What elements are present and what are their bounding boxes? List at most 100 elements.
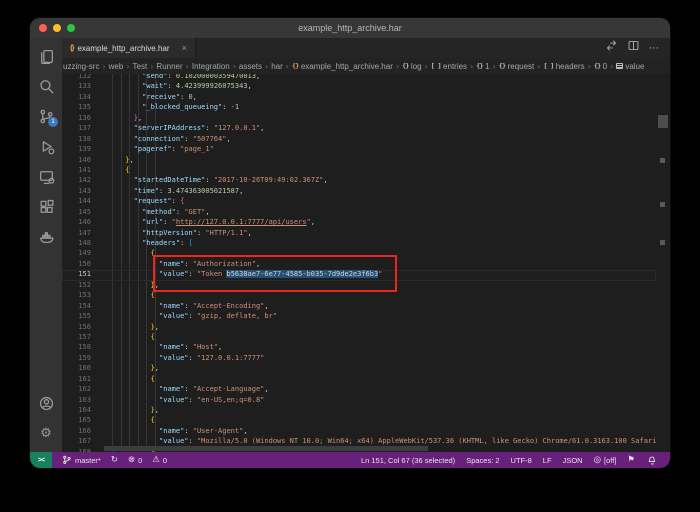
activity-bar-source-control[interactable]: 1 bbox=[31, 101, 61, 131]
line-number[interactable]: 132 bbox=[62, 74, 100, 81]
line-number[interactable]: 141 bbox=[62, 165, 100, 175]
breadcrumb-item-uzzing-src[interactable]: uzzing-src bbox=[63, 62, 99, 71]
activity-bar-account[interactable] bbox=[31, 388, 61, 418]
line-number[interactable]: 148 bbox=[62, 238, 100, 248]
editor[interactable]: 132 "send": 0.10200000359470013,133 "wai… bbox=[62, 74, 670, 452]
status-git-branch[interactable]: master* bbox=[62, 452, 101, 468]
line-number[interactable]: 151 bbox=[62, 269, 100, 279]
horizontal-scrollbar-thumb[interactable] bbox=[104, 446, 428, 451]
line-number[interactable]: 140 bbox=[62, 155, 100, 165]
line-number[interactable]: 160 bbox=[62, 363, 100, 373]
activity-bar-settings-gear[interactable]: ⚙ bbox=[31, 418, 61, 448]
vertical-scrollbar[interactable] bbox=[657, 74, 669, 452]
status-utf-8[interactable]: UTF-8 bbox=[511, 452, 532, 468]
line-number[interactable]: 145 bbox=[62, 207, 100, 217]
docker-icon bbox=[38, 228, 55, 245]
status-json[interactable]: JSON bbox=[563, 452, 583, 468]
line-number[interactable]: 168 bbox=[62, 447, 100, 452]
line-number[interactable]: 137 bbox=[62, 123, 100, 133]
breadcrumb-item-web[interactable]: web bbox=[109, 62, 124, 71]
status-bell[interactable] bbox=[646, 452, 657, 468]
activity-bar-extensions[interactable] bbox=[31, 191, 61, 221]
line-number[interactable]: 166 bbox=[62, 426, 100, 436]
line-number[interactable]: 153 bbox=[62, 290, 100, 300]
line-number[interactable]: 147 bbox=[62, 228, 100, 238]
breadcrumb-item-headers[interactable]: [ ]headers bbox=[543, 62, 584, 71]
line-number[interactable]: 135 bbox=[62, 102, 100, 112]
line-number[interactable]: 159 bbox=[62, 353, 100, 363]
status-warning[interactable]: ⚠0 bbox=[152, 452, 167, 468]
line-number[interactable]: 150 bbox=[62, 259, 100, 269]
line-number[interactable]: 138 bbox=[62, 134, 100, 144]
breadcrumb-item-test[interactable]: Test bbox=[133, 62, 148, 71]
activity-bar-run-debug[interactable] bbox=[31, 131, 61, 161]
activity-bar-search[interactable] bbox=[31, 71, 61, 101]
line-number[interactable]: 163 bbox=[62, 395, 100, 405]
close-tab-icon[interactable]: × bbox=[182, 44, 187, 53]
activity-bar-docker[interactable] bbox=[31, 221, 61, 251]
code-text: "method": "GET", bbox=[100, 207, 210, 217]
status-lf[interactable]: LF bbox=[543, 452, 552, 468]
sync-icon: ↻ bbox=[111, 456, 118, 465]
breadcrumb-item-0[interactable]: {}0 bbox=[594, 62, 607, 71]
activity-bar-remote-explorer[interactable] bbox=[31, 161, 61, 191]
breadcrumb-item-log[interactable]: {}log bbox=[402, 62, 422, 71]
overview-ruler-mark bbox=[660, 240, 665, 245]
status-screencast[interactable]: ◎[off] bbox=[594, 452, 617, 468]
breadcrumb-label: Runner bbox=[156, 62, 182, 71]
breadcrumb-item-value[interactable]: value bbox=[616, 62, 644, 71]
remote-window-indicator[interactable]: >< bbox=[30, 452, 52, 468]
status-sync[interactable]: ↻ bbox=[111, 452, 118, 468]
line-number[interactable]: 133 bbox=[62, 81, 100, 91]
breadcrumb-item-runner[interactable]: Runner bbox=[156, 62, 182, 71]
code-text: "value": "gzip, deflate, br" bbox=[100, 311, 277, 321]
breadcrumb-item-entries[interactable]: [ ]entries bbox=[431, 62, 467, 71]
line-number[interactable]: 157 bbox=[62, 332, 100, 342]
line-number[interactable]: 142 bbox=[62, 175, 100, 185]
more-actions-button[interactable]: ⋯ bbox=[649, 43, 659, 54]
breadcrumb-item-example-http-archive-har[interactable]: {}example_http_archive.har bbox=[292, 62, 393, 71]
activity-bar-explorer[interactable] bbox=[31, 41, 61, 71]
line-number[interactable]: 158 bbox=[62, 342, 100, 352]
line-number[interactable]: 162 bbox=[62, 384, 100, 394]
line-number[interactable]: 152 bbox=[62, 280, 100, 290]
split-editor-button[interactable] bbox=[627, 39, 640, 57]
breadcrumb-item-1[interactable]: {}1 bbox=[476, 62, 489, 71]
code-text: { bbox=[100, 415, 155, 425]
line-number[interactable]: 155 bbox=[62, 311, 100, 321]
settings-gear-icon: ⚙ bbox=[40, 426, 52, 441]
code-text: { bbox=[100, 332, 155, 342]
breadcrumb-separator: › bbox=[102, 62, 105, 71]
line-number[interactable]: 146 bbox=[62, 217, 100, 227]
line-number[interactable]: 156 bbox=[62, 322, 100, 332]
breadcrumb-item-har[interactable]: har bbox=[271, 62, 283, 71]
code-text: "value": "127.0.0.1:7777" bbox=[100, 353, 264, 363]
line-number[interactable]: 143 bbox=[62, 186, 100, 196]
status-error[interactable]: ⊗0 bbox=[128, 452, 142, 468]
line-number[interactable]: 136 bbox=[62, 113, 100, 123]
line-number[interactable]: 144 bbox=[62, 196, 100, 206]
status-spaces-2[interactable]: Spaces: 2 bbox=[466, 452, 499, 468]
code-line: 155 "value": "gzip, deflate, br" bbox=[62, 311, 656, 321]
code-text: }, bbox=[100, 363, 159, 373]
line-number[interactable]: 167 bbox=[62, 436, 100, 446]
line-number[interactable]: 139 bbox=[62, 144, 100, 154]
breadcrumb-item-integration[interactable]: Integration bbox=[192, 62, 230, 71]
code-text: "value": "en-US,en;q=0.8" bbox=[100, 395, 264, 405]
status-feedback[interactable]: ⚑ bbox=[627, 452, 635, 468]
line-number[interactable]: 154 bbox=[62, 301, 100, 311]
tab-example-http-archive[interactable]: {} example_http_archive.har × bbox=[62, 38, 196, 58]
breadcrumb-item-assets[interactable]: assets bbox=[239, 62, 262, 71]
breadcrumb-item-request[interactable]: {}request bbox=[499, 62, 535, 71]
line-number[interactable]: 161 bbox=[62, 374, 100, 384]
vertical-scrollbar-thumb[interactable] bbox=[658, 115, 668, 128]
open-changes-button[interactable] bbox=[605, 39, 618, 57]
line-number[interactable]: 149 bbox=[62, 248, 100, 258]
line-number[interactable]: 134 bbox=[62, 92, 100, 102]
code-line: 141 { bbox=[62, 165, 656, 175]
status-ln-151-col-67-36-sel[interactable]: Ln 151, Col 67 (36 selected) bbox=[361, 452, 455, 468]
line-number[interactable]: 165 bbox=[62, 415, 100, 425]
code-text: "value": "Token b5638ae7-6e77-4585-b035-… bbox=[100, 269, 382, 279]
status-label: Ln 151, Col 67 (36 selected) bbox=[361, 456, 455, 465]
line-number[interactable]: 164 bbox=[62, 405, 100, 415]
